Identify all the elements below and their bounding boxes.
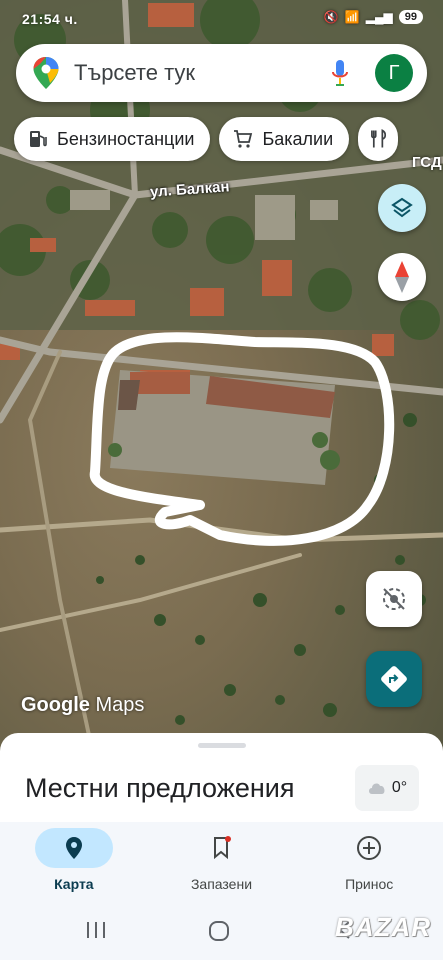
sheet-title: Местни предложения xyxy=(25,773,295,803)
attribution-product: Maps xyxy=(95,694,145,716)
chip-groceries[interactable]: Бакалии xyxy=(219,117,350,161)
chip-gas-stations[interactable]: Бензиностанции xyxy=(14,117,211,161)
cart-icon xyxy=(234,130,253,148)
home-icon[interactable] xyxy=(208,920,230,942)
cloud-icon xyxy=(368,783,385,794)
sheet-drag-handle[interactable] xyxy=(198,743,246,748)
directions-icon xyxy=(381,666,407,692)
bookmark-icon xyxy=(213,836,231,860)
chip-restaurants[interactable] xyxy=(358,117,399,161)
nav-explore[interactable]: Карта xyxy=(0,822,148,902)
chip-label: Бензиностанции xyxy=(57,128,195,149)
add-circle-icon xyxy=(357,836,382,860)
bottom-navigation: Карта Запазени Принос xyxy=(0,822,443,902)
account-avatar[interactable]: Г xyxy=(375,54,413,92)
weather-chip[interactable]: 0° xyxy=(355,765,419,811)
status-bar: 21:54 ч. 🔇 📶 ▂▄▆ 99 xyxy=(0,8,443,32)
wifi-icon: 📶 xyxy=(344,10,360,24)
chip-label: Бакалии xyxy=(262,128,334,149)
compass-button[interactable] xyxy=(378,253,426,301)
status-time: 21:54 ч. xyxy=(22,11,78,27)
nav-label: Запазени xyxy=(190,876,253,892)
attribution-brand: Google xyxy=(21,694,90,716)
google-maps-attribution: Google Maps xyxy=(21,694,144,717)
satellite-map[interactable] xyxy=(0,0,443,760)
restaurant-icon xyxy=(371,129,387,148)
google-maps-pin-icon xyxy=(33,57,59,89)
weather-temperature: 0° xyxy=(391,779,408,796)
my-location-button[interactable] xyxy=(366,571,422,627)
watermark-logo: BAZAR xyxy=(335,912,431,942)
directions-button[interactable] xyxy=(366,651,422,707)
signal-icon: ▂▄▆ xyxy=(365,10,393,24)
system-navigation-bar: BAZAR xyxy=(0,902,443,960)
town-label: ГСД xyxy=(412,154,442,171)
nav-saved[interactable]: Запазени xyxy=(148,822,296,902)
gas-station-icon xyxy=(30,131,47,147)
nav-contribute[interactable]: Принос xyxy=(295,822,443,902)
location-off-icon xyxy=(383,588,405,610)
bottom-sheet[interactable]: Местни предложения 0° xyxy=(0,733,443,833)
recent-apps-icon[interactable] xyxy=(85,920,107,940)
category-chips: Бензиностанции Бакалии xyxy=(14,117,399,161)
search-input[interactable] xyxy=(74,60,304,86)
explore-pin-icon xyxy=(65,837,82,859)
battery-indicator: 99 xyxy=(398,10,423,24)
nav-label: Карта xyxy=(54,876,94,892)
search-bar[interactable]: Г xyxy=(16,44,427,102)
compass-icon xyxy=(395,261,409,293)
microphone-icon[interactable] xyxy=(331,59,349,87)
nav-label: Принос xyxy=(345,876,394,892)
layers-button[interactable] xyxy=(378,184,426,232)
mute-icon: 🔇 xyxy=(323,10,339,24)
layers-icon xyxy=(391,197,413,218)
map-imagery xyxy=(0,0,443,742)
